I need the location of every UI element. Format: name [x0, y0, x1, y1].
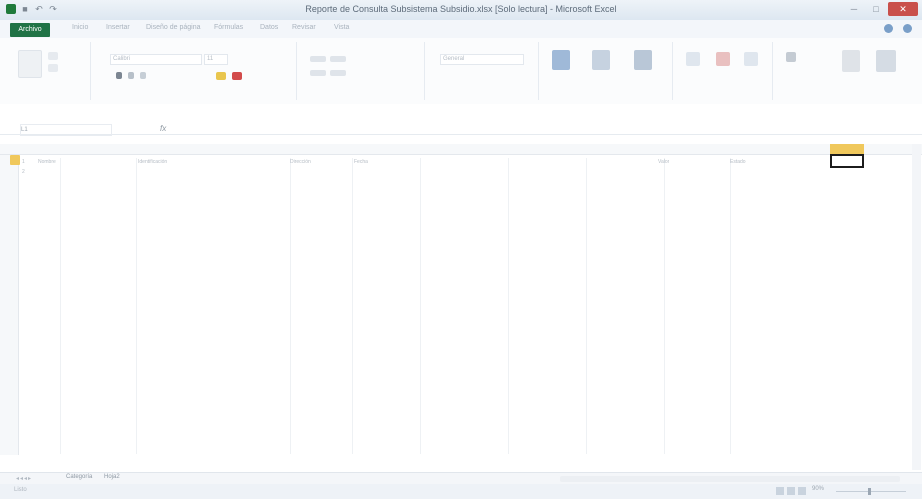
status-bar: Listo 90%	[0, 484, 922, 499]
minimize-ribbon-icon[interactable]	[903, 24, 912, 33]
gridline	[420, 158, 421, 454]
ribbon: Calibri 11 General	[0, 38, 922, 105]
number-group: General	[428, 42, 539, 100]
conditional-format-icon[interactable]	[552, 50, 570, 70]
zoom-level[interactable]: 90%	[812, 486, 824, 492]
cell[interactable]: Identificación	[138, 159, 167, 165]
wrap-text-icon[interactable]	[330, 56, 346, 62]
copy-icon[interactable]	[48, 64, 58, 72]
merge-center-icon[interactable]	[330, 70, 346, 76]
align-top-icon[interactable]	[310, 56, 326, 62]
sheet-tab[interactable]: Categoría	[66, 474, 92, 480]
help-icon[interactable]	[884, 24, 893, 33]
tab-page-layout[interactable]: Diseño de página	[146, 24, 201, 31]
fx-icon[interactable]: fx	[160, 124, 166, 133]
gridline	[664, 158, 665, 454]
tab-formulas[interactable]: Fórmulas	[214, 24, 243, 31]
gridline	[730, 158, 731, 454]
zoom-slider[interactable]	[836, 491, 906, 492]
tab-review[interactable]: Revisar	[292, 24, 316, 31]
cells-group	[676, 42, 773, 100]
align-left-icon[interactable]	[310, 70, 326, 76]
gridline	[352, 158, 353, 454]
clipboard-group	[4, 42, 91, 100]
selected-column-header[interactable]	[830, 144, 864, 154]
maximize-button[interactable]: □	[866, 2, 886, 16]
font-color-icon[interactable]	[232, 72, 242, 80]
cell[interactable]: 1	[22, 159, 25, 165]
name-box[interactable]: L1	[20, 124, 112, 136]
cell[interactable]: Estado	[730, 159, 746, 165]
bold-icon[interactable]	[116, 72, 122, 79]
help-icons	[884, 24, 912, 33]
sheet-tab[interactable]: Hoja2	[104, 474, 120, 480]
ribbon-tabs: Archivo Inicio Insertar Diseño de página…	[0, 20, 922, 39]
italic-icon[interactable]	[128, 72, 134, 79]
gridline	[136, 158, 137, 454]
tab-file[interactable]: Archivo	[10, 23, 50, 37]
window-title: Reporte de Consulta Subsistema Subsidio.…	[305, 4, 617, 14]
insert-cells-icon[interactable]	[686, 52, 700, 66]
table-row[interactable]: 1 Nombre Identificación Dirección Fecha …	[18, 158, 798, 168]
cell[interactable]: Valor	[658, 159, 669, 165]
paste-icon[interactable]	[18, 50, 42, 78]
sheet-nav-arrows[interactable]: ◂◂◂▸	[16, 475, 32, 482]
styles-group	[542, 42, 673, 100]
row-headers[interactable]	[0, 155, 19, 455]
underline-icon[interactable]	[140, 72, 146, 79]
vertical-scrollbar[interactable]	[912, 144, 921, 470]
page-break-view-icon[interactable]	[798, 487, 806, 495]
normal-view-icon[interactable]	[776, 487, 784, 495]
tab-insert[interactable]: Insertar	[106, 24, 130, 31]
data-grid[interactable]: 1 Nombre Identificación Dirección Fecha …	[18, 158, 798, 178]
cut-icon[interactable]	[48, 52, 58, 60]
find-select-icon[interactable]	[876, 50, 896, 72]
gridline	[290, 158, 291, 454]
window-controls: ─ □ ✕	[844, 2, 918, 16]
tab-data[interactable]: Datos	[260, 24, 278, 31]
delete-cells-icon[interactable]	[716, 52, 730, 66]
cell-styles-icon[interactable]	[634, 50, 652, 70]
gridline	[586, 158, 587, 454]
column-headers[interactable]	[0, 144, 922, 155]
gridline	[60, 158, 61, 454]
cell[interactable]: Dirección	[290, 159, 311, 165]
zoom-slider-knob[interactable]	[868, 488, 871, 495]
active-cell[interactable]	[830, 154, 864, 168]
alignment-group	[300, 42, 425, 100]
view-buttons	[776, 487, 806, 495]
table-row[interactable]: 2	[18, 168, 798, 178]
close-button[interactable]: ✕	[888, 2, 918, 16]
tab-home[interactable]: Inicio	[72, 24, 88, 31]
gridline	[508, 158, 509, 454]
tab-view[interactable]: Vista	[334, 24, 349, 31]
cell[interactable]: Nombre	[38, 159, 56, 165]
cell[interactable]: Fecha	[354, 159, 368, 165]
horizontal-scrollbar[interactable]	[560, 476, 900, 482]
sort-filter-icon[interactable]	[842, 50, 860, 72]
formula-bar: L1 fx	[0, 104, 922, 136]
cell[interactable]: 2	[22, 169, 25, 175]
format-table-icon[interactable]	[592, 50, 610, 70]
editing-group	[776, 42, 916, 100]
font-name-select[interactable]: Calibri	[110, 54, 202, 65]
number-format-select[interactable]: General	[440, 54, 524, 65]
font-group: Calibri 11	[96, 42, 297, 100]
status-text: Listo	[14, 487, 27, 493]
minimize-button[interactable]: ─	[844, 2, 864, 16]
title-bar: ■ ↶ ↷ Reporte de Consulta Subsistema Sub…	[0, 0, 922, 20]
fill-color-icon[interactable]	[216, 72, 226, 80]
autosum-icon[interactable]	[786, 52, 796, 62]
format-cells-icon[interactable]	[744, 52, 758, 66]
page-layout-view-icon[interactable]	[787, 487, 795, 495]
font-size-select[interactable]: 11	[204, 54, 228, 65]
